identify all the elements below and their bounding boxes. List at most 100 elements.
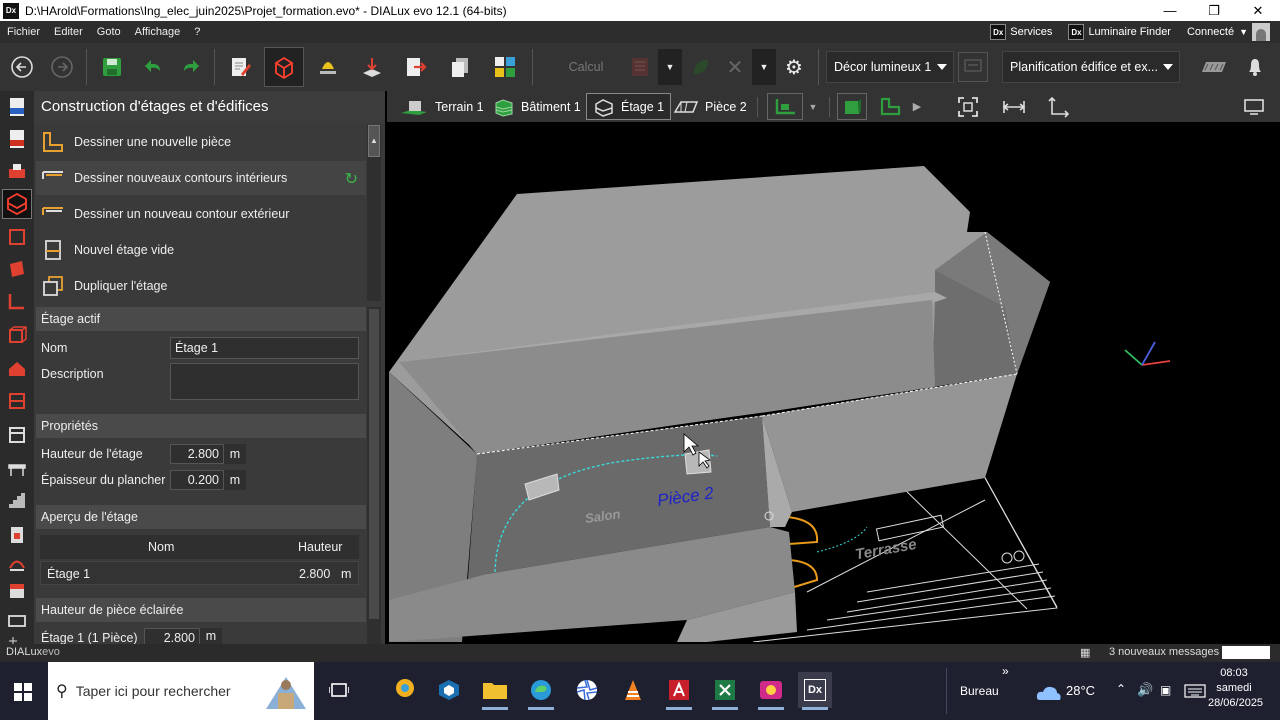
tray-expand-icon[interactable]: ⌃ (1116, 682, 1126, 696)
table-row[interactable]: Étage 1 2.800 m (40, 561, 359, 585)
light-scene-dropdown[interactable]: Décor lumineux 1 (826, 51, 954, 83)
search-input[interactable]: Taper ici pour rechercher (76, 683, 231, 699)
ceiling-tool-icon[interactable] (7, 425, 27, 445)
settings-button[interactable]: ⚙ (780, 49, 808, 85)
terrain-tool-icon[interactable] (7, 161, 27, 181)
close-button[interactable]: ✕ (1236, 0, 1280, 21)
opening-tool-icon[interactable] (7, 525, 27, 545)
project-info-tool[interactable] (226, 49, 254, 85)
overflow-chevron-icon[interactable]: » (1002, 664, 1009, 678)
roof-tool-icon[interactable] (7, 359, 27, 379)
keyboard-icon[interactable] (1184, 684, 1206, 698)
arc-tool-icon[interactable] (7, 553, 27, 573)
menu-affichage[interactable]: Affichage (128, 26, 188, 38)
taskbar-app-sketchup[interactable] (432, 672, 466, 708)
cancel-calc-button[interactable]: ✕ (722, 49, 748, 85)
luminaire-finder-link[interactable]: Dx Luminaire Finder (1060, 24, 1179, 40)
clock[interactable]: 08:03 samedi 28/06/2025 (1208, 666, 1263, 711)
view-mode-button[interactable] (767, 93, 803, 120)
calculation-objects-tool[interactable] (358, 49, 386, 85)
duplicate-floor-action[interactable]: Dupliquer l'étage (36, 269, 366, 303)
floor-name-input[interactable]: Étage 1 (170, 337, 359, 359)
taskbar-edge[interactable] (524, 672, 558, 710)
scene-preview-button[interactable] (958, 52, 988, 82)
scroll-up-icon[interactable]: ▲ (368, 125, 380, 157)
menu-goto[interactable]: Goto (90, 26, 128, 38)
axis-button[interactable] (1043, 93, 1073, 120)
scroll-thumb[interactable] (369, 309, 379, 619)
tab-batiment[interactable]: Bâtiment 1 (487, 93, 587, 120)
draw-inner-contours-action[interactable]: Dessiner nouveaux contours intérieurs ↻ (36, 161, 366, 195)
taskbar-app-aperture[interactable] (570, 672, 604, 708)
back-button[interactable] (8, 49, 36, 85)
taskbar-excel[interactable] (708, 672, 742, 710)
stairs-tool-icon[interactable] (7, 491, 27, 511)
cancel-dropdown-button[interactable]: ▼ (752, 49, 776, 85)
tab-etage[interactable]: Étage 1 (586, 93, 672, 120)
new-empty-floor-action[interactable]: Nouvel étage vide (36, 233, 366, 267)
save-button[interactable] (98, 49, 126, 85)
view-more-button[interactable]: ▶ (907, 93, 927, 120)
account-menu[interactable]: Connecté ▼ (1179, 23, 1280, 41)
table-tool-icon[interactable] (7, 459, 27, 479)
measure-button[interactable] (999, 93, 1029, 120)
view-mode-dropdown[interactable]: ▼ (803, 93, 823, 120)
taskbar-dialux[interactable]: Dx (798, 672, 832, 710)
dwg-import-icon[interactable] (7, 97, 27, 117)
floor-thickness-input[interactable]: 0.200 (170, 470, 224, 490)
taskbar-app-photo[interactable] (754, 672, 788, 710)
start-button[interactable] (6, 674, 40, 710)
storey-tool-icon[interactable] (7, 391, 27, 411)
task-view-button[interactable] (322, 672, 356, 708)
calc-button[interactable]: Calcul (560, 49, 612, 85)
redo-button[interactable] (178, 49, 204, 85)
weather-cloud-icon[interactable] (1036, 682, 1062, 702)
display-settings-button[interactable] (1237, 93, 1271, 120)
menu-fichier[interactable]: Fichier (0, 26, 47, 38)
construction-tool[interactable] (264, 47, 304, 87)
forward-button[interactable] (48, 49, 76, 85)
weather-temperature[interactable]: 28°C (1066, 683, 1095, 698)
light-tool[interactable] (314, 49, 342, 85)
building-tool-active[interactable] (2, 189, 32, 219)
planning-mode-dropdown[interactable]: Planification édifice et ex... (1002, 51, 1180, 83)
wall-tool-icon[interactable] (7, 259, 27, 279)
menu-editer[interactable]: Editer (47, 26, 90, 38)
gallery-tool[interactable] (490, 49, 520, 85)
taskbar-vlc[interactable] (616, 672, 650, 708)
actions-scrollbar[interactable]: ▲ (367, 125, 381, 301)
corner-tool-icon[interactable] (7, 291, 27, 311)
undo-button[interactable] (140, 49, 166, 85)
minimize-button[interactable]: — (1148, 0, 1192, 21)
plan-view-button[interactable] (875, 93, 905, 120)
floor-height-input[interactable]: 2.800 (170, 444, 224, 464)
desktop-location[interactable]: Bureau (960, 684, 999, 698)
network-icon[interactable]: ▣ (1160, 683, 1171, 697)
zoom-fit-button[interactable] (953, 93, 983, 120)
building-3d-model[interactable]: Pièce 2 Salon Terrasse (387, 122, 1280, 642)
taskbar-search[interactable]: ⚲ Taper ici pour rechercher (48, 662, 314, 720)
restore-button[interactable]: ❐ (1192, 0, 1236, 21)
documentation-tool[interactable] (446, 49, 474, 85)
draw-new-room-action[interactable]: Dessiner une nouvelle pièce (36, 125, 366, 159)
luminaire-panel-button[interactable] (1198, 49, 1230, 85)
notifications-button[interactable] (1240, 49, 1270, 85)
menu-help[interactable]: ? (187, 26, 207, 38)
rectangle-tool-icon[interactable] (7, 611, 27, 631)
volume-icon[interactable]: 🔊 (1137, 682, 1153, 698)
taskbar-file-explorer[interactable] (478, 672, 512, 710)
draw-outer-contour-action[interactable]: Dessiner un nouveau contour extérieur (36, 197, 366, 231)
export-tool[interactable] (402, 49, 430, 85)
calc-dropdown-button[interactable]: ▼ (658, 49, 682, 85)
services-link[interactable]: Dx Services (982, 24, 1060, 40)
tab-piece[interactable]: Pièce 2 (667, 93, 753, 120)
calc-light-scenes-button[interactable] (624, 49, 656, 85)
window-tool-icon[interactable] (7, 581, 27, 601)
ifc-import-icon[interactable] (7, 129, 27, 149)
messages-link[interactable]: 3 nouveaux messages (1109, 646, 1219, 658)
3d-viewport[interactable]: Pièce 2 Salon Terrasse (387, 122, 1280, 642)
tab-terrain[interactable]: Terrain 1 (393, 93, 490, 120)
floor-description-input[interactable] (170, 363, 359, 400)
3d-view-button[interactable] (837, 93, 867, 120)
taskbar-autocad[interactable] (662, 672, 696, 710)
